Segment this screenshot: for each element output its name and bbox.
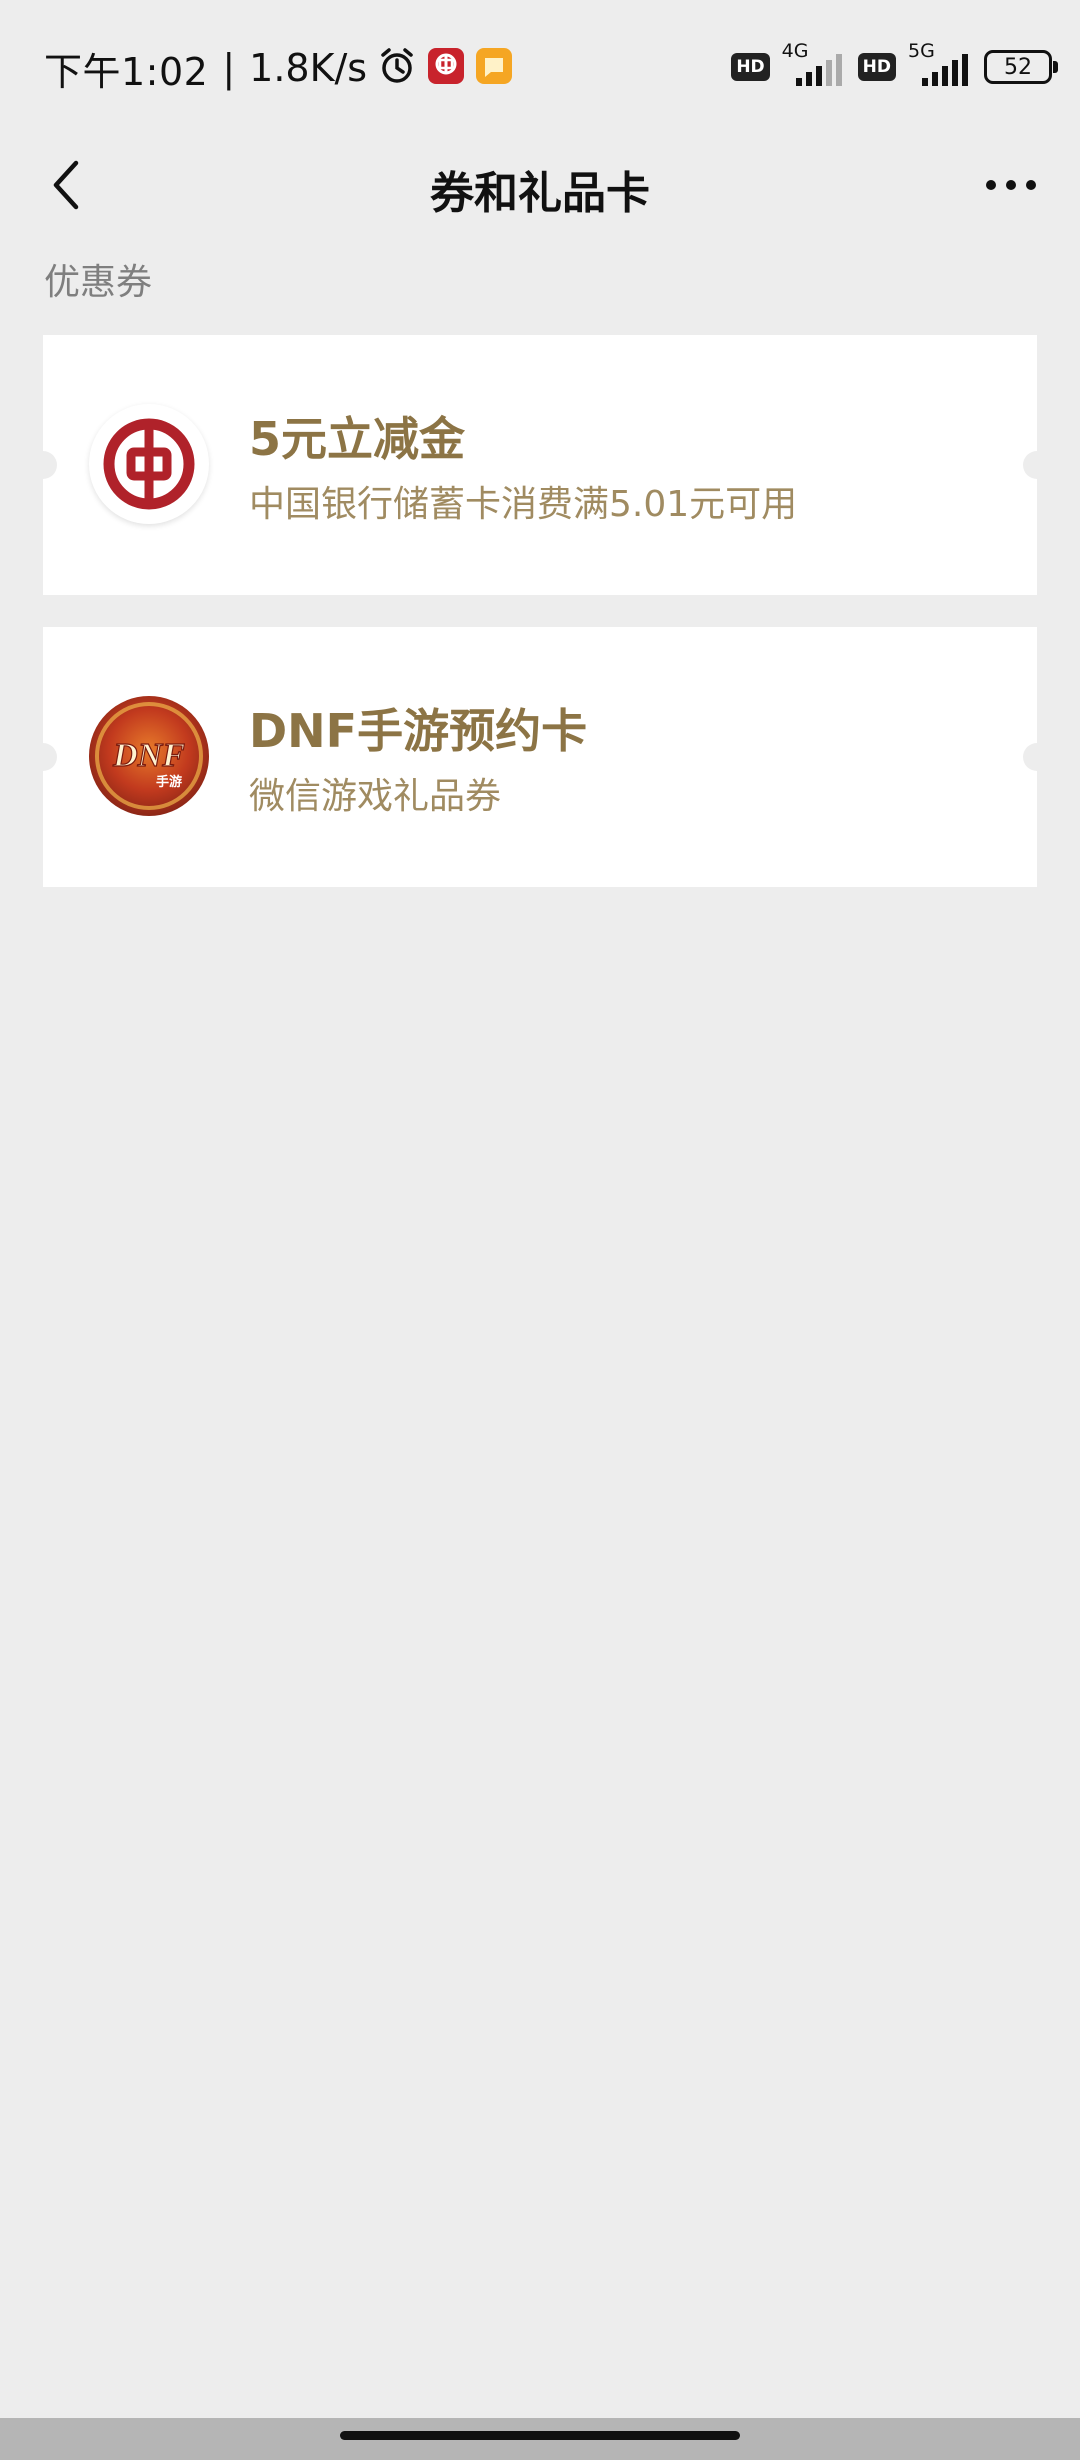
- bank-of-china-logo-icon: [89, 404, 209, 524]
- coupon-card-bank[interactable]: 5元立减金 中国银行储蓄卡消费满5.01元可用: [29, 335, 1051, 595]
- more-button[interactable]: [966, 149, 1056, 221]
- signal-5g-icon: 5G: [908, 40, 972, 90]
- hd-badge-2: HD: [857, 53, 896, 81]
- home-indicator[interactable]: [340, 2431, 740, 2440]
- section-title: 优惠券: [44, 262, 153, 303]
- nav-bar: 券和礼品卡: [0, 135, 1080, 235]
- coupon-title: DNF手游预约卡: [249, 704, 588, 758]
- page-title: 券和礼品卡: [430, 168, 650, 219]
- more-dots-icon: [986, 180, 996, 190]
- coupon-title: 5元立减金: [249, 412, 466, 466]
- dnf-game-logo-icon: DNF 手游: [89, 696, 209, 816]
- status-separator: |: [222, 46, 236, 90]
- signal-4g-icon: 4G: [782, 40, 846, 90]
- hd-badge-1: HD: [731, 53, 770, 81]
- status-bar: 下午1:02 | 1.8K/s HD 4G HD 5G 52: [0, 0, 1080, 135]
- status-time: 下午1:02: [44, 49, 209, 94]
- dnf-logo-badge: 手游: [156, 774, 182, 790]
- coupon-subtitle: 微信游戏礼品券: [249, 776, 502, 817]
- bank-app-icon: [427, 47, 465, 89]
- message-app-icon: [475, 47, 513, 89]
- coupon-subtitle: 中国银行储蓄卡消费满5.01元可用: [249, 484, 798, 525]
- battery-icon: 52: [984, 50, 1058, 84]
- alarm-clock-icon: [377, 46, 417, 90]
- network-speed: 1.8K/s: [249, 46, 368, 90]
- system-nav-bar: [0, 2418, 1080, 2460]
- dnf-logo-text: DNF: [112, 737, 185, 774]
- coupon-card-dnf[interactable]: DNF 手游 DNF手游预约卡 微信游戏礼品券: [29, 627, 1051, 887]
